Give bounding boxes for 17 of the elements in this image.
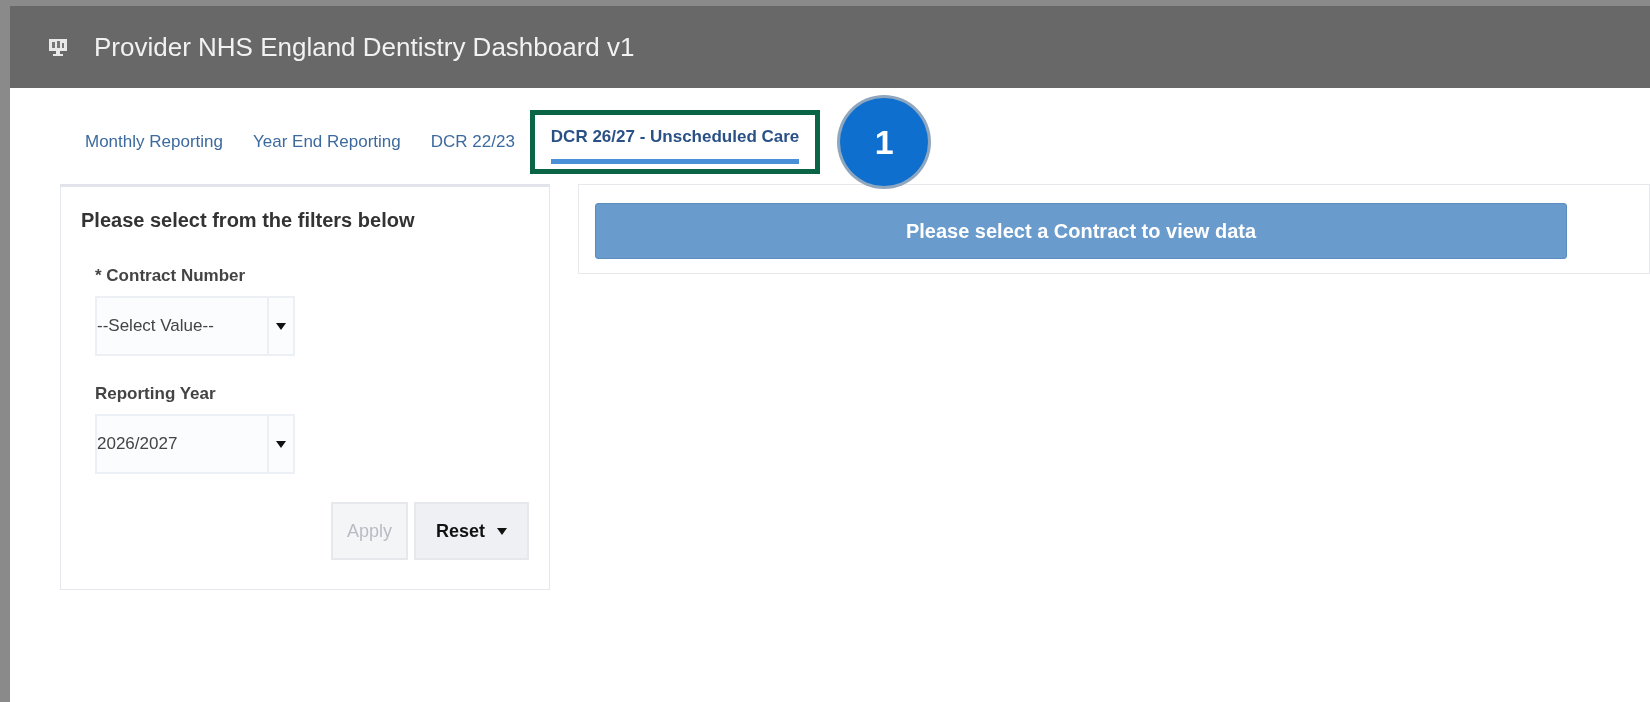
tab[interactable]: DCR 22/23 (415, 124, 530, 160)
caret-icon (276, 440, 286, 448)
monitor-icon (48, 38, 68, 56)
message-banner: Please select a Contract to view data (595, 203, 1567, 259)
field-label: Reporting Year (95, 384, 217, 404)
window-title: Provider NHS England Dentistry Dashboard v1 (94, 31, 635, 63)
tab[interactable]: Year End Reporting (237, 124, 416, 160)
callout-badge: 1 (840, 98, 929, 186)
tab[interactable]: DCR 26/27 - Unscheduled Care (550, 121, 800, 164)
dropdown-field[interactable]: --Select Value-- (95, 296, 295, 356)
button[interactable]: Reset (413, 502, 529, 560)
dropdown-field[interactable]: 2026/2027 (95, 414, 295, 474)
field-label: * Contract Number (95, 266, 247, 286)
tab[interactable]: Monthly Reporting (70, 124, 238, 160)
filter-heading: Please select from the filters below (81, 209, 416, 232)
caret-icon (276, 322, 286, 330)
caret-icon (497, 527, 507, 535)
